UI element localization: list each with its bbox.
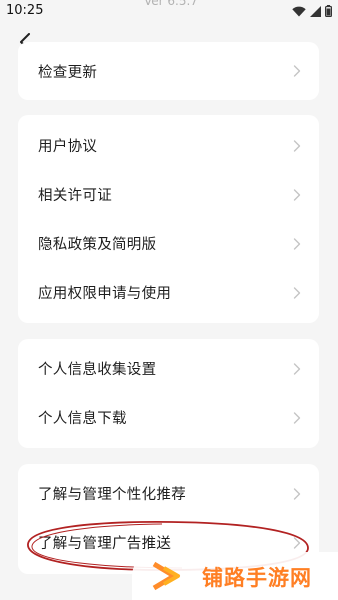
chevron-right-icon — [293, 139, 301, 152]
chevron-right-icon — [293, 536, 301, 549]
status-icons — [292, 5, 332, 17]
chevron-right-icon — [293, 487, 301, 500]
item-label: 了解与管理广告推送 — [38, 536, 172, 552]
settings-group-personal-info: 个人信息收集设置 个人信息下载 — [18, 339, 319, 448]
settings-group-update: 检查更新 — [18, 42, 319, 100]
item-label: 应用权限申请与使用 — [38, 286, 172, 302]
signal-icon — [310, 5, 321, 17]
status-bar: 10:25 Ver 6.5.7 — [0, 0, 338, 26]
chevron-right-icon — [293, 411, 301, 424]
settings-group-legal: 用户协议 相关许可证 隐私政策及简明版 应用权限申请与使用 — [18, 115, 319, 323]
privacy-policy-item[interactable]: 隐私政策及简明版 — [18, 219, 319, 268]
item-label: 隐私政策及简明版 — [38, 237, 157, 253]
item-label: 检查更新 — [38, 64, 98, 81]
chevron-right-icon — [293, 286, 301, 299]
version-text: Ver 6.5.7 — [144, 0, 198, 8]
chevron-right-icon — [293, 65, 301, 77]
battery-icon — [325, 5, 332, 17]
item-label: 相关许可证 — [38, 188, 112, 204]
status-time: 10:25 — [6, 3, 44, 18]
chevron-right-icon — [293, 237, 301, 250]
licenses-item[interactable]: 相关许可证 — [18, 170, 319, 219]
watermark-logo-icon — [152, 561, 180, 591]
user-agreement-item[interactable]: 用户协议 — [18, 121, 319, 170]
chevron-right-icon — [293, 362, 301, 375]
check-update-item[interactable]: 检查更新 — [18, 42, 319, 100]
item-label: 了解与管理个性化推荐 — [38, 487, 186, 503]
watermark: 铺路手游网 — [132, 552, 338, 600]
personalized-recommendation-item[interactable]: 了解与管理个性化推荐 — [18, 469, 319, 518]
info-collection-settings-item[interactable]: 个人信息收集设置 — [18, 344, 319, 393]
item-label: 个人信息下载 — [38, 411, 127, 427]
info-download-item[interactable]: 个人信息下载 — [18, 393, 319, 442]
wifi-icon — [292, 6, 306, 16]
item-label: 用户协议 — [38, 139, 98, 155]
watermark-text: 铺路手游网 — [202, 566, 312, 590]
item-label: 个人信息收集设置 — [38, 362, 157, 378]
chevron-right-icon — [293, 188, 301, 201]
app-permissions-item[interactable]: 应用权限申请与使用 — [18, 268, 319, 317]
settings-screen: 10:25 Ver 6.5.7 检查更新 用户协议 相关许可证 隐私政策及简明版… — [0, 0, 338, 600]
